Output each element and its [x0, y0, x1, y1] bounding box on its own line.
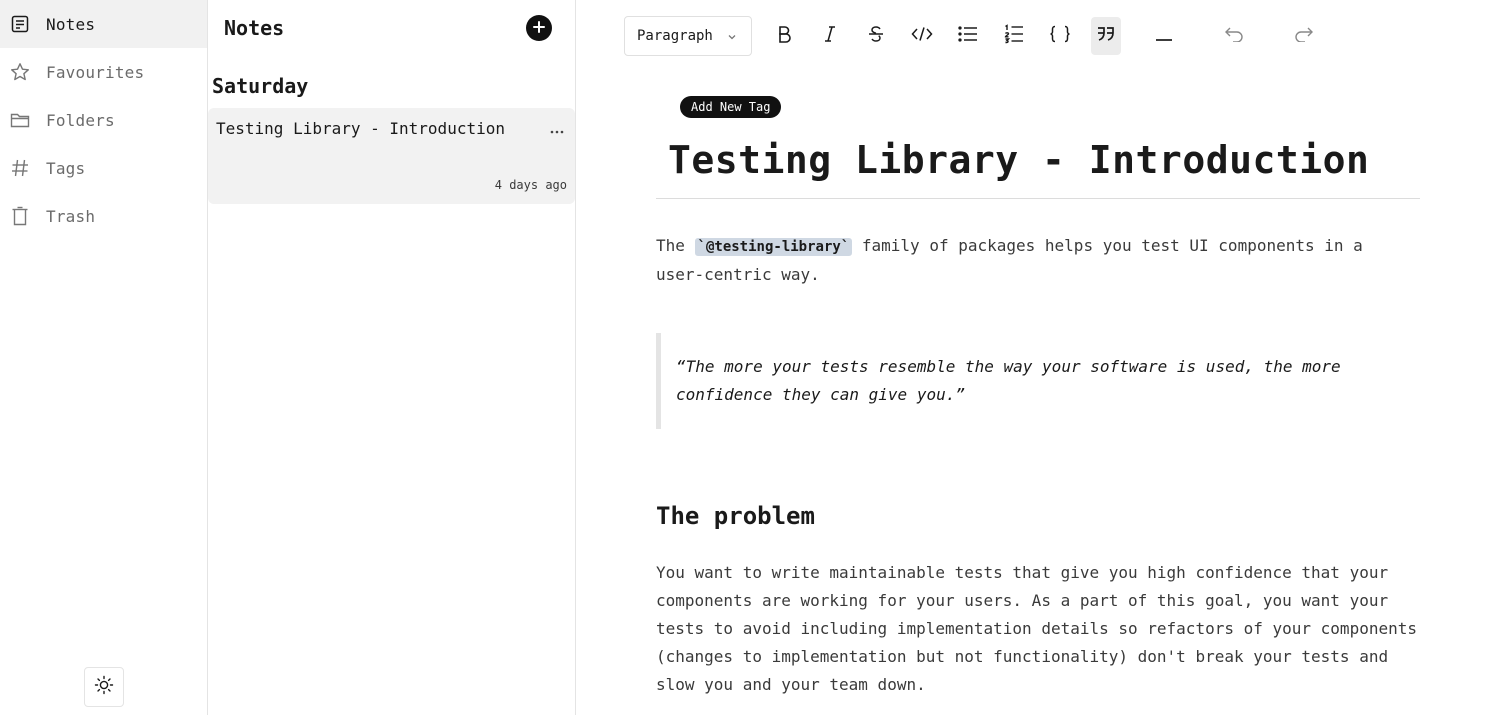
numbered-list-icon	[1004, 24, 1024, 48]
note-title-heading[interactable]: Testing Library - Introduction	[668, 138, 1369, 182]
sidebar: Notes Favourites Folders Tags Trash	[0, 0, 208, 715]
sidebar-item-favourites[interactable]: Favourites	[0, 48, 207, 96]
numbered-list-button[interactable]	[999, 17, 1029, 55]
strikethrough-icon	[867, 25, 885, 47]
note-timestamp: 4 days ago	[494, 178, 567, 192]
sidebar-item-label: Folders	[46, 110, 115, 130]
sidebar-item-label: Notes	[46, 14, 96, 34]
notes-group-title: Saturday	[212, 74, 309, 98]
note-list-item[interactable]: Testing Library - Introduction 4 days ag…	[208, 108, 575, 204]
sidebar-item-tags[interactable]: Tags	[0, 144, 207, 192]
undo-icon	[1224, 26, 1244, 46]
sidebar-item-label: Trash	[46, 206, 96, 226]
sidebar-item-label: Favourites	[46, 62, 145, 82]
bold-button[interactable]	[769, 17, 799, 55]
add-tag-button[interactable]: Add New Tag	[680, 96, 782, 118]
notes-list-title: Notes	[224, 16, 285, 40]
bullet-list-button[interactable]	[953, 17, 983, 55]
horizontal-rule-icon	[1155, 27, 1173, 46]
block-type-select[interactable]: Paragraph	[624, 16, 752, 56]
inline-code-button[interactable]	[907, 17, 937, 55]
blockquote[interactable]: “The more your tests resemble the way yo…	[656, 333, 1420, 429]
strikethrough-button[interactable]	[861, 17, 891, 55]
problem-paragraph[interactable]: You want to write maintainable tests tha…	[656, 559, 1420, 699]
note-more-button[interactable]	[547, 118, 567, 138]
trash-icon	[10, 206, 30, 226]
code-block-icon	[1049, 25, 1071, 47]
blockquote-icon	[1096, 26, 1116, 46]
sidebar-item-label: Tags	[46, 158, 86, 178]
notes-icon	[10, 14, 30, 34]
sidebar-item-trash[interactable]: Trash	[0, 192, 207, 240]
inline-code: `@testing-library`	[694, 238, 853, 256]
chevron-down-icon	[727, 30, 737, 46]
horizontal-rule-button[interactable]	[1149, 17, 1179, 55]
more-icon	[550, 119, 564, 138]
block-type-value: Paragraph	[637, 28, 713, 44]
editor-toolbar: Paragraph	[624, 16, 1319, 56]
theme-toggle-button[interactable]	[84, 667, 124, 707]
sidebar-item-folders[interactable]: Folders	[0, 96, 207, 144]
bold-icon	[776, 25, 792, 47]
intro-paragraph[interactable]: The `@testing-library` family of package…	[656, 232, 1420, 289]
sun-icon	[94, 675, 114, 699]
hash-icon	[10, 158, 30, 178]
plus-icon	[532, 19, 546, 38]
star-icon	[10, 62, 30, 82]
editor-pane: Paragraph Add New Tag Testing Library - …	[576, 0, 1500, 715]
sidebar-item-notes[interactable]: Notes	[0, 0, 207, 48]
code-icon	[911, 26, 933, 46]
italic-icon	[822, 25, 838, 47]
folder-icon	[10, 110, 30, 130]
intro-text-before: The	[656, 236, 695, 255]
title-divider	[656, 198, 1420, 199]
bullet-list-icon	[958, 26, 978, 46]
redo-button[interactable]	[1289, 17, 1319, 55]
code-block-button[interactable]	[1045, 17, 1075, 55]
undo-button[interactable]	[1219, 17, 1249, 55]
add-note-button[interactable]	[526, 15, 552, 41]
italic-button[interactable]	[815, 17, 845, 55]
note-title: Testing Library - Introduction	[216, 119, 505, 138]
notes-list-pane: Notes Saturday Testing Library - Introdu…	[208, 0, 576, 715]
blockquote-button[interactable]	[1091, 17, 1121, 55]
redo-icon	[1294, 26, 1314, 46]
section-heading[interactable]: The problem	[656, 502, 815, 530]
